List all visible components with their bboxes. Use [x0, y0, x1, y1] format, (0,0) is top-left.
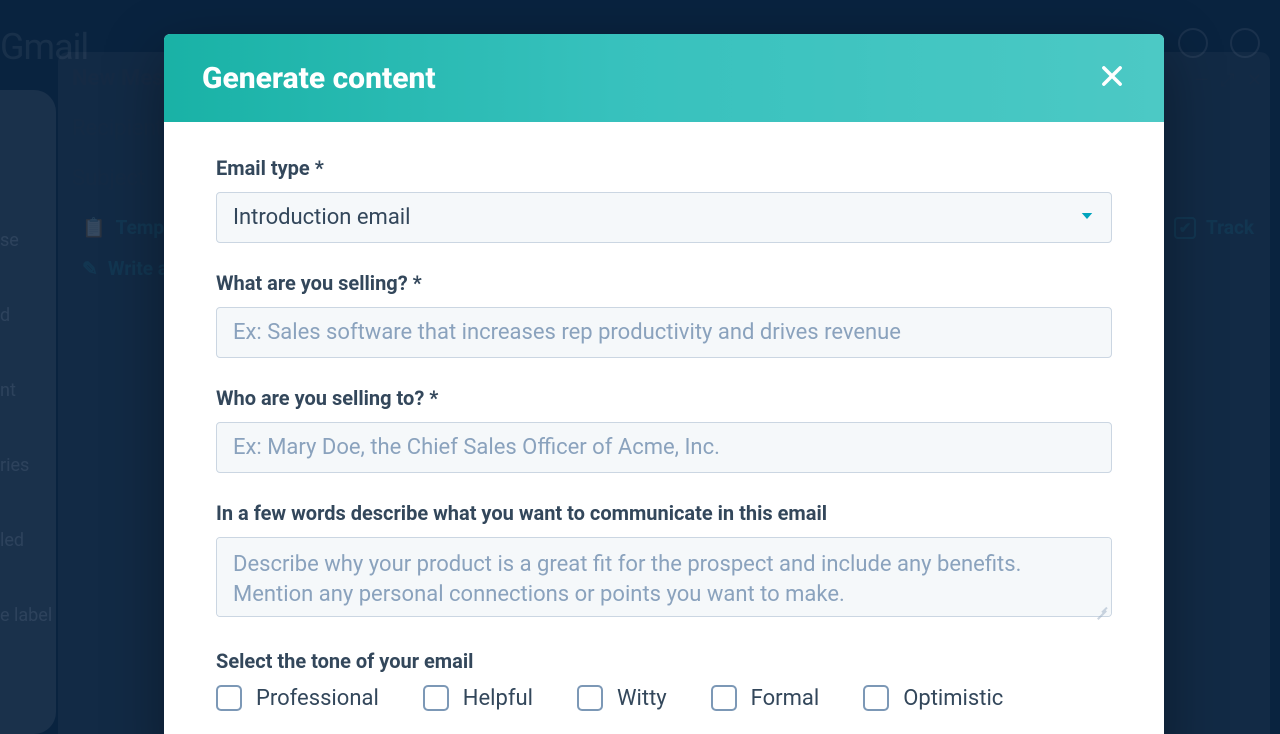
modal-header: Generate content [164, 34, 1164, 122]
modal-close-button[interactable] [1098, 62, 1126, 94]
close-icon [1098, 62, 1126, 90]
tone-option-formal[interactable]: Formal [711, 685, 820, 711]
tone-option-helpful[interactable]: Helpful [423, 685, 533, 711]
tone-option-optimistic[interactable]: Optimistic [863, 685, 1003, 711]
describe-textarea[interactable] [216, 537, 1112, 617]
modal-body: Email type * What are you selling? * Who… [164, 122, 1164, 734]
selling-to-field: Who are you selling to? * [216, 386, 1112, 473]
selling-what-field: What are you selling? * [216, 271, 1112, 358]
checkbox-icon[interactable] [863, 685, 889, 711]
checkbox-icon[interactable] [711, 685, 737, 711]
describe-label: In a few words describe what you want to… [216, 501, 1112, 525]
checkbox-icon[interactable] [216, 685, 242, 711]
resize-grip-icon[interactable] [1094, 605, 1108, 619]
tone-option-label: Witty [617, 686, 667, 711]
email-type-select[interactable] [216, 192, 1112, 243]
tone-option-witty[interactable]: Witty [577, 685, 667, 711]
tone-option-label: Formal [751, 686, 820, 711]
tone-section: Select the tone of your email Profession… [216, 649, 1112, 711]
checkbox-icon[interactable] [577, 685, 603, 711]
checkbox-icon[interactable] [423, 685, 449, 711]
tone-option-label: Helpful [463, 686, 533, 711]
selling-to-label: Who are you selling to? * [216, 386, 1112, 410]
tone-label: Select the tone of your email [216, 649, 1112, 673]
describe-field: In a few words describe what you want to… [216, 501, 1112, 621]
generate-content-modal: Generate content Email type * What are y… [164, 34, 1164, 734]
chevron-down-icon [1078, 207, 1096, 229]
selling-what-input[interactable] [216, 307, 1112, 358]
selling-to-input[interactable] [216, 422, 1112, 473]
tone-options: Professional Helpful Witty Formal Optimi… [216, 685, 1112, 711]
modal-title: Generate content [202, 61, 436, 96]
email-type-label: Email type * [216, 156, 1112, 180]
tone-option-professional[interactable]: Professional [216, 685, 379, 711]
email-type-value[interactable] [216, 192, 1112, 243]
tone-option-label: Optimistic [903, 686, 1003, 711]
tone-option-label: Professional [256, 686, 379, 711]
email-type-field: Email type * [216, 156, 1112, 243]
selling-what-label: What are you selling? * [216, 271, 1112, 295]
